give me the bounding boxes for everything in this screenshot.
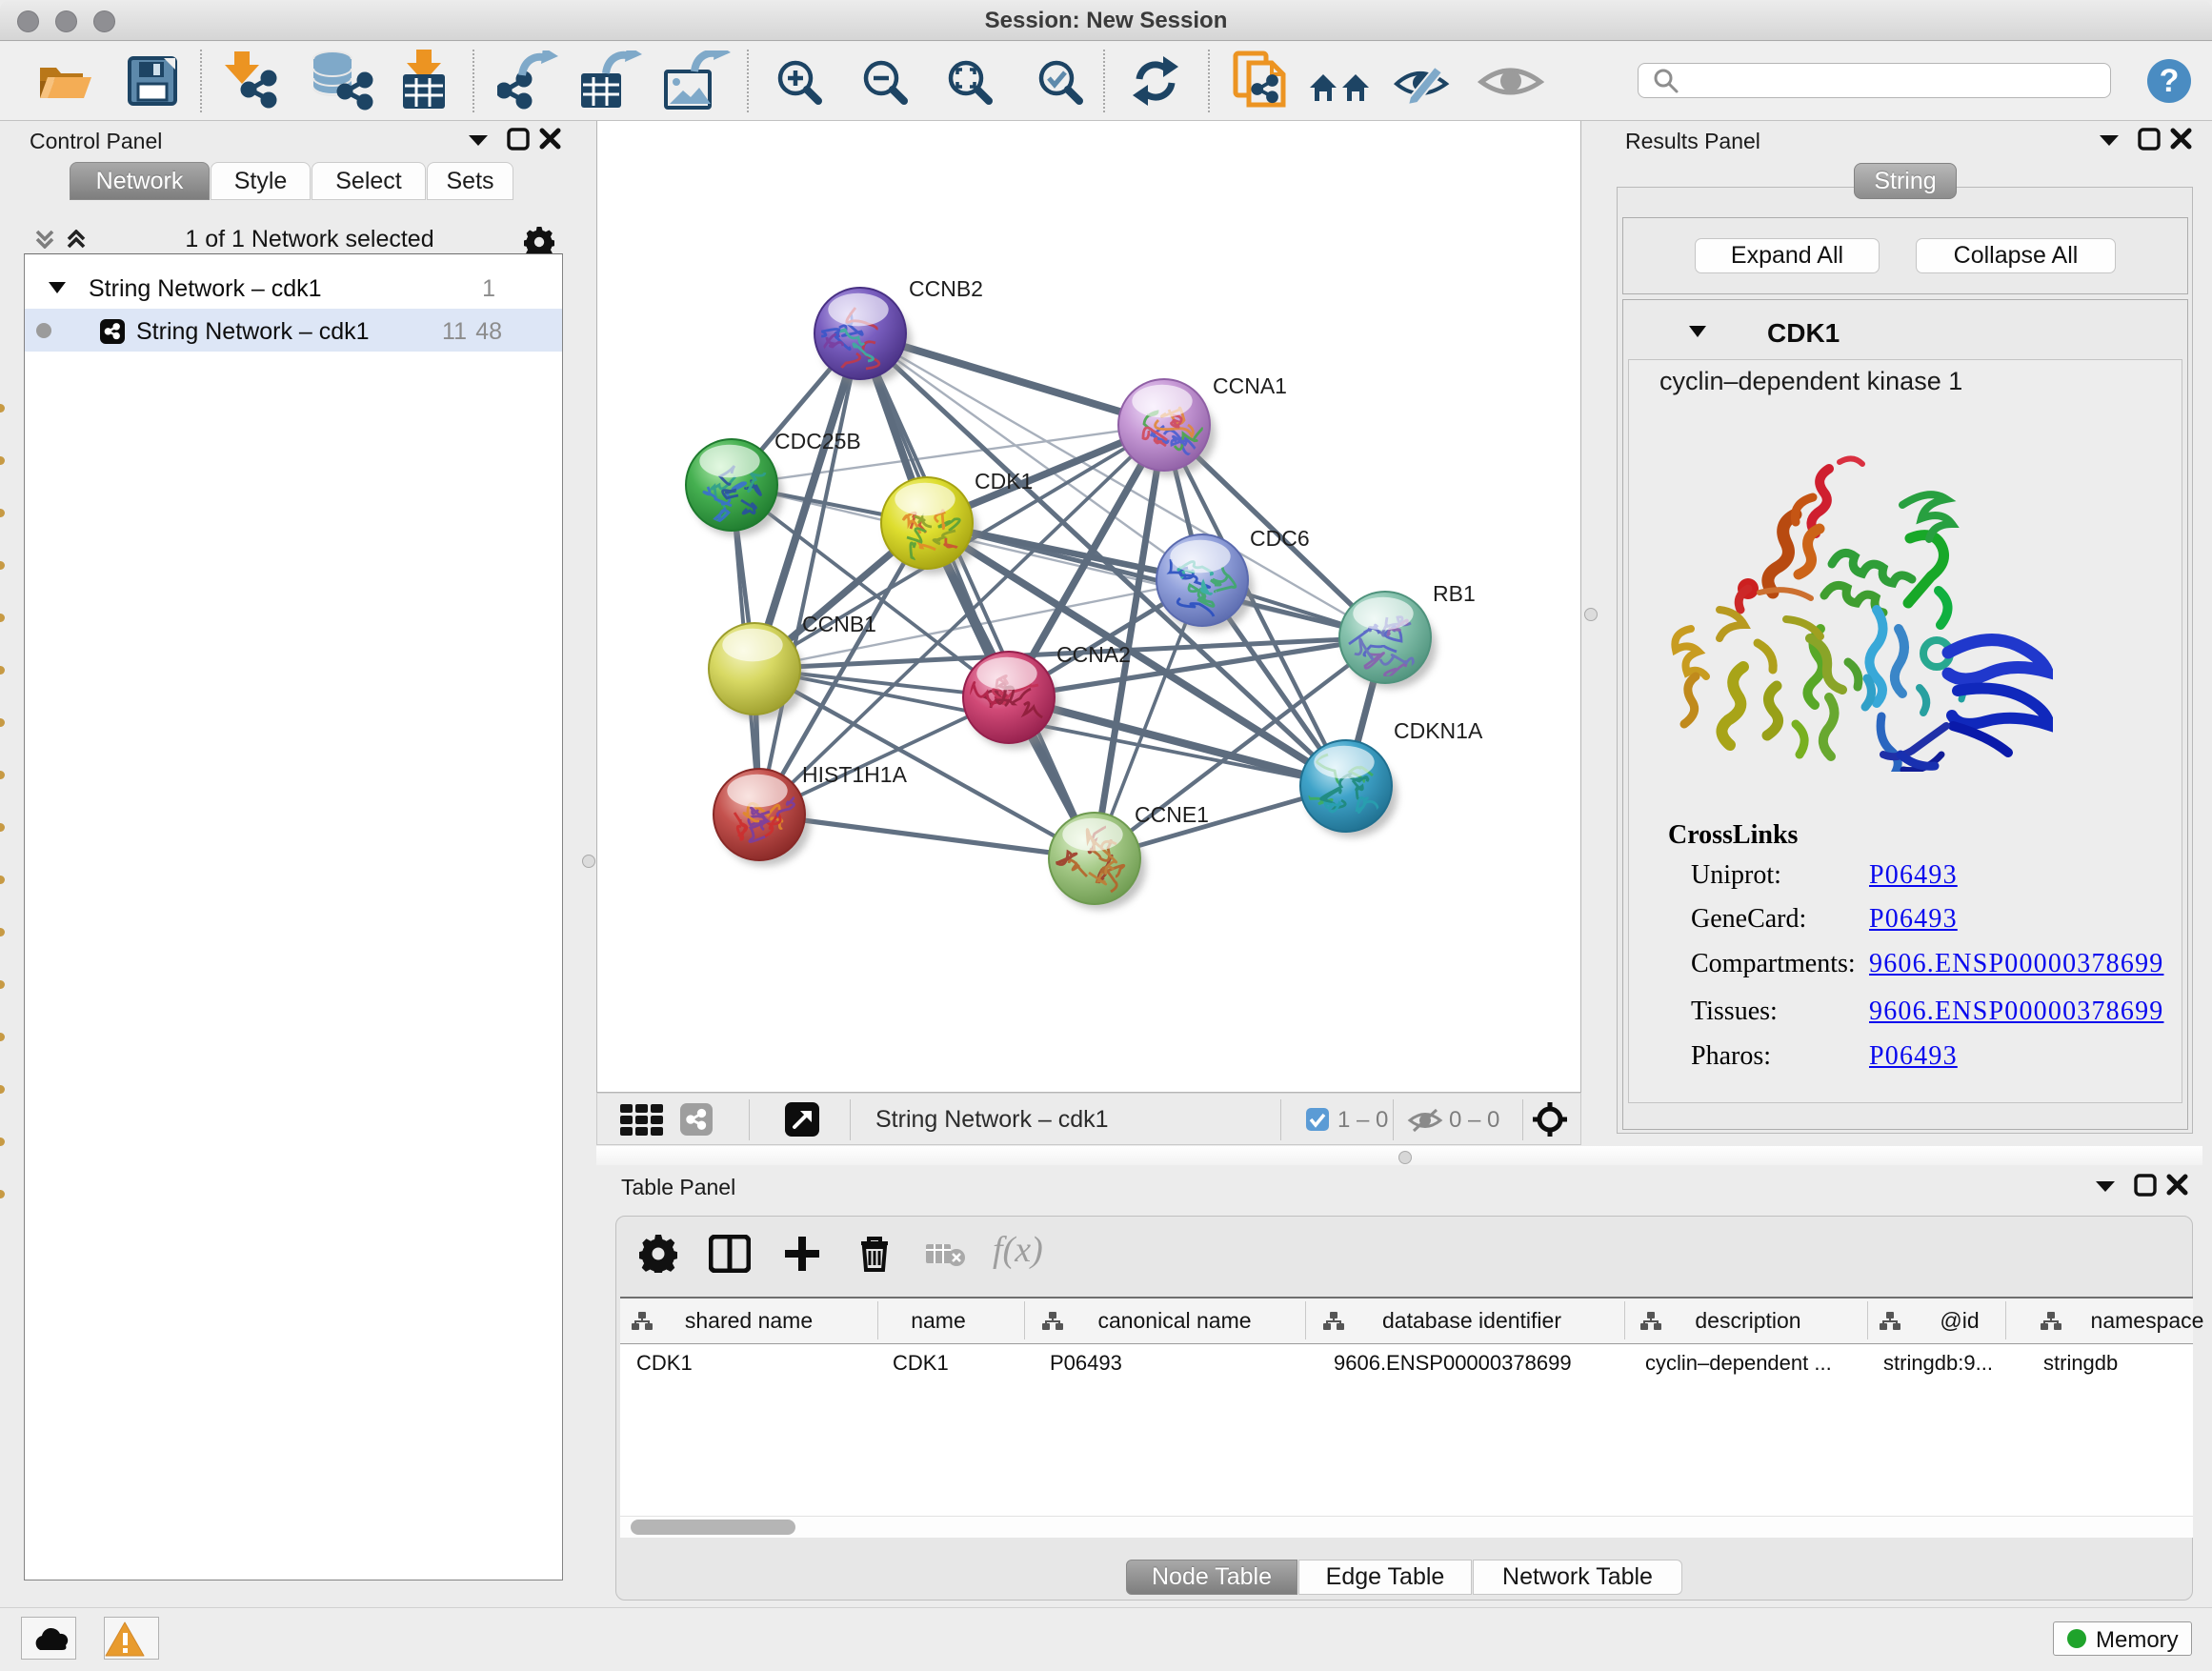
- svg-text:CDC6: CDC6: [1250, 526, 1310, 551]
- svg-text:CCNB1: CCNB1: [802, 612, 876, 636]
- svg-text:RB1: RB1: [1433, 581, 1476, 606]
- svg-text:CDK1: CDK1: [975, 469, 1033, 493]
- svg-text:CDKN1A: CDKN1A: [1394, 718, 1483, 743]
- svg-text:?: ?: [2160, 63, 2180, 99]
- svg-text:CCNE1: CCNE1: [1135, 802, 1209, 827]
- svg-text:HIST1H1A: HIST1H1A: [802, 762, 908, 787]
- svg-text:CCNA2: CCNA2: [1056, 642, 1131, 667]
- svg-text:CCNA1: CCNA1: [1213, 373, 1287, 398]
- svg-text:CCNB2: CCNB2: [909, 276, 983, 301]
- svg-text:CDC25B: CDC25B: [774, 429, 861, 453]
